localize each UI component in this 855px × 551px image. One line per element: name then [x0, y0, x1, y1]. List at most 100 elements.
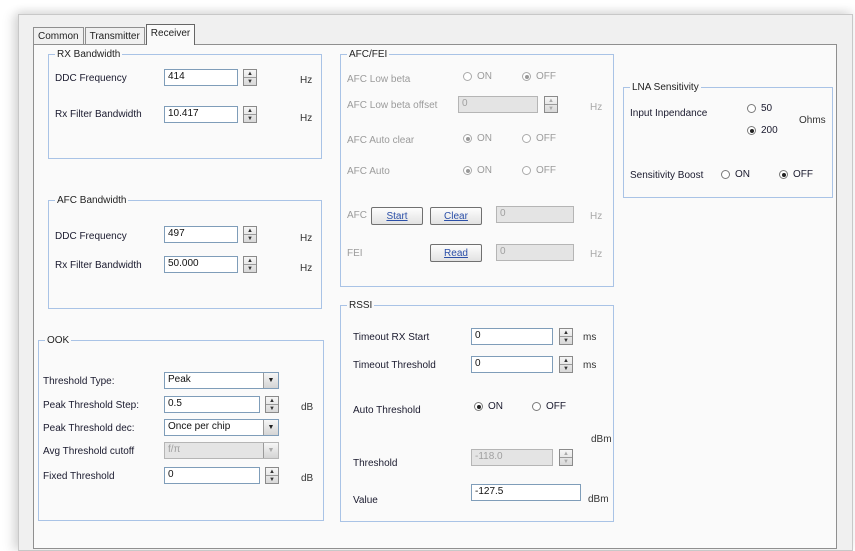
rx-ddc-frequency-input[interactable]: 414 — [164, 69, 238, 86]
radio-icon — [747, 104, 756, 113]
chevron-down-icon[interactable]: ▼ — [263, 420, 278, 435]
rssi-value-field: -127.5 — [471, 484, 581, 501]
spin-up-icon[interactable]: ▲ — [244, 227, 256, 235]
spin-down-icon[interactable]: ▼ — [545, 105, 557, 112]
fei-read-button[interactable]: Read — [430, 244, 482, 262]
timeout-rx-start-input[interactable]: 0 — [471, 328, 553, 345]
afc-filter-bandwidth-spinner[interactable]: ▲ ▼ — [243, 256, 257, 273]
impedance-200-radio[interactable]: 200 — [747, 125, 778, 136]
spin-down-icon[interactable]: ▼ — [560, 365, 572, 372]
afc-ddc-frequency-input[interactable]: 497 — [164, 226, 238, 243]
impedance-50-radio[interactable]: 50 — [747, 103, 772, 114]
afc-low-beta-label: AFC Low beta — [347, 74, 411, 85]
rx-bandwidth-title: RX Bandwidth — [57, 49, 121, 60]
auto-threshold-on-radio[interactable]: ON — [474, 401, 503, 412]
rssi-value-unit: dBm — [588, 494, 609, 505]
afc-auto-off-radio[interactable]: OFF — [522, 165, 556, 176]
spin-down-icon[interactable]: ▼ — [244, 78, 256, 85]
peak-threshold-step-input[interactable]: 0.5 — [164, 396, 260, 413]
tab-common[interactable]: Common — [33, 27, 84, 45]
rssi-title: RSSI — [349, 300, 373, 311]
radio-icon — [463, 166, 472, 175]
spin-up-icon[interactable]: ▲ — [560, 329, 572, 337]
spin-down-icon[interactable]: ▼ — [266, 405, 278, 412]
peak-threshold-step-spinner[interactable]: ▲ ▼ — [265, 396, 279, 413]
spin-down-icon[interactable]: ▼ — [244, 265, 256, 272]
threshold-type-value: Peak — [168, 374, 191, 385]
tab-receiver[interactable]: Receiver — [145, 24, 196, 45]
spin-down-icon[interactable]: ▼ — [560, 458, 572, 465]
afc-value-field: 0 — [496, 206, 574, 223]
tab-transmitter[interactable]: Transmitter — [84, 27, 145, 45]
afc-filter-bandwidth-input[interactable]: 50.000 — [164, 256, 238, 273]
settings-window: Common Transmitter Receiver RX Bandwidth… — [18, 14, 853, 551]
lna-sensitivity-title: LNA Sensitivity — [632, 82, 699, 93]
afc-fei-title: AFC/FEI — [349, 49, 388, 60]
afc-bandwidth-title: AFC Bandwidth — [57, 195, 127, 206]
spin-up-icon[interactable]: ▲ — [560, 357, 572, 365]
radio-icon — [532, 402, 541, 411]
afc-auto-clear-on-radio[interactable]: ON — [463, 133, 492, 144]
spin-down-icon[interactable]: ▼ — [244, 115, 256, 122]
sensitivity-boost-on-radio[interactable]: ON — [721, 169, 750, 180]
spin-up-icon[interactable]: ▲ — [560, 450, 572, 458]
afc-low-beta-on-radio[interactable]: ON — [463, 71, 492, 82]
radio-icon — [463, 134, 472, 143]
fixed-threshold-unit: dB — [301, 473, 314, 484]
afc-low-beta-offset-input[interactable]: 0 — [458, 96, 538, 113]
afc-label: AFC — [347, 210, 367, 221]
threshold-type-select[interactable]: Peak ▼ — [164, 372, 279, 389]
timeout-threshold-input[interactable]: 0 — [471, 356, 553, 373]
rx-ddc-frequency-spinner[interactable]: ▲ ▼ — [243, 69, 257, 86]
afc-filter-bandwidth-label: Rx Filter Bandwidth — [55, 260, 142, 271]
peak-threshold-dec-select[interactable]: Once per chip ▼ — [164, 419, 279, 436]
timeout-rx-start-spinner[interactable]: ▲ ▼ — [559, 328, 573, 345]
auto-threshold-off-radio[interactable]: OFF — [532, 401, 566, 412]
afc-auto-label: AFC Auto — [347, 166, 390, 177]
rx-ddc-frequency-label: DDC Frequency — [55, 73, 127, 84]
afc-low-beta-off-radio[interactable]: OFF — [522, 71, 556, 82]
avg-threshold-cutoff-select[interactable]: f/π ▼ — [164, 442, 279, 459]
spin-down-icon[interactable]: ▼ — [266, 476, 278, 483]
afc-value-unit: Hz — [590, 211, 603, 222]
afc-clear-button[interactable]: Clear — [430, 207, 482, 225]
afc-bandwidth-group: AFC Bandwidth — [48, 195, 322, 309]
spin-up-icon[interactable]: ▲ — [545, 97, 557, 105]
radio-icon — [463, 72, 472, 81]
timeout-threshold-spinner[interactable]: ▲ ▼ — [559, 356, 573, 373]
spin-down-icon[interactable]: ▼ — [560, 337, 572, 344]
threshold-type-label: Threshold Type: — [43, 376, 115, 387]
afc-auto-clear-off-radio[interactable]: OFF — [522, 133, 556, 144]
radio-label: ON — [477, 133, 492, 144]
threshold-spinner[interactable]: ▲ ▼ — [559, 449, 573, 466]
afc-auto-on-radio[interactable]: ON — [463, 165, 492, 176]
spin-up-icon[interactable]: ▲ — [244, 257, 256, 265]
radio-label: OFF — [536, 165, 556, 176]
radio-label: ON — [477, 71, 492, 82]
spin-up-icon[interactable]: ▲ — [244, 70, 256, 78]
threshold-label: Threshold — [353, 458, 398, 469]
radio-label: OFF — [536, 71, 556, 82]
chevron-down-icon[interactable]: ▼ — [263, 443, 278, 458]
peak-threshold-step-unit: dB — [301, 402, 314, 413]
timeout-rx-start-label: Timeout RX Start — [353, 332, 430, 343]
chevron-down-icon[interactable]: ▼ — [263, 373, 278, 388]
afc-ddc-frequency-spinner[interactable]: ▲ ▼ — [243, 226, 257, 243]
afc-start-button[interactable]: Start — [371, 207, 423, 225]
tab-bar: Common Transmitter Receiver — [33, 24, 196, 45]
rx-filter-bandwidth-spinner[interactable]: ▲ ▼ — [243, 106, 257, 123]
fixed-threshold-spinner[interactable]: ▲ ▼ — [265, 467, 279, 484]
timeout-rx-start-unit: ms — [583, 332, 597, 343]
sensitivity-boost-off-radio[interactable]: OFF — [779, 169, 813, 180]
rssi-value-label: Value — [353, 495, 378, 506]
spin-up-icon[interactable]: ▲ — [266, 397, 278, 405]
afc-low-beta-offset-spinner[interactable]: ▲ ▼ — [544, 96, 558, 113]
threshold-input[interactable]: -118.0 — [471, 449, 553, 466]
radio-label: ON — [488, 401, 503, 412]
spin-down-icon[interactable]: ▼ — [244, 235, 256, 242]
radio-label: OFF — [536, 133, 556, 144]
spin-up-icon[interactable]: ▲ — [266, 468, 278, 476]
rx-filter-bandwidth-input[interactable]: 10.417 — [164, 106, 238, 123]
fixed-threshold-input[interactable]: 0 — [164, 467, 260, 484]
spin-up-icon[interactable]: ▲ — [244, 107, 256, 115]
